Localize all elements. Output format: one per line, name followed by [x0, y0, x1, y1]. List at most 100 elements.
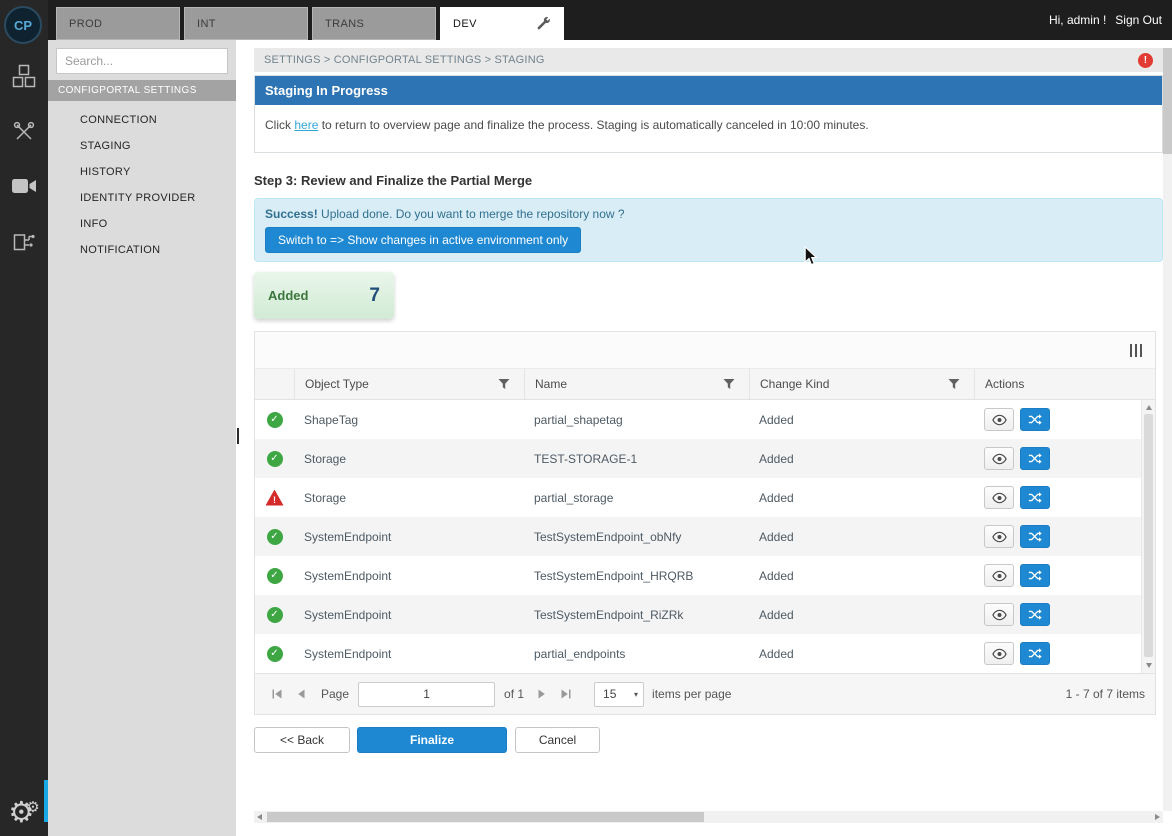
scroll-up-icon[interactable]: [1146, 405, 1152, 410]
cell-object-type: ShapeTag: [294, 413, 524, 427]
view-details-button[interactable]: [984, 603, 1014, 626]
view-details-button[interactable]: [984, 564, 1014, 587]
header-actions-label: Actions: [985, 377, 1024, 391]
staging-panel: Staging In Progress Click here to return…: [254, 75, 1163, 153]
text-caret: [237, 428, 239, 444]
pager-last-button[interactable]: [554, 682, 578, 706]
table-row: ShapeTag partial_shapetag Added: [255, 400, 1155, 439]
row-status-icon: [267, 529, 283, 545]
view-details-button[interactable]: [984, 486, 1014, 509]
sidebar-item-identity-provider[interactable]: IDENTITY PROVIDER: [48, 185, 236, 211]
gear-small-icon: ⚙: [26, 799, 39, 816]
table-row: Storage TEST-STORAGE-1 Added: [255, 439, 1155, 478]
modules-icon[interactable]: [12, 64, 36, 88]
vertical-scroll-thumb[interactable]: [1163, 48, 1172, 154]
shuffle-icon: [1028, 491, 1042, 504]
grid-body: ShapeTag partial_shapetag Added Storage …: [255, 400, 1155, 673]
tab-int[interactable]: INT: [184, 7, 308, 40]
wrench-icon: [536, 16, 551, 31]
chevron-down-icon: ▾: [634, 690, 638, 699]
view-details-button[interactable]: [984, 525, 1014, 548]
cancel-button[interactable]: Cancel: [515, 727, 600, 753]
merge-button[interactable]: [1020, 486, 1050, 509]
shuffle-icon: [1028, 608, 1042, 621]
sidebar-item-history[interactable]: HISTORY: [48, 159, 236, 185]
grid-vertical-scrollbar: [1141, 400, 1155, 673]
grid-scroll-thumb[interactable]: [1144, 414, 1153, 657]
switch-environment-button[interactable]: Switch to => Show changes in active envi…: [265, 227, 581, 253]
cell-change-kind: Added: [749, 413, 974, 427]
cell-object-type: Storage: [294, 452, 524, 466]
pager-prev-button[interactable]: [289, 682, 313, 706]
card-value: 7: [369, 285, 380, 307]
overview-link[interactable]: here: [294, 118, 318, 132]
sidebar-item-connection[interactable]: CONNECTION: [48, 107, 236, 133]
merge-button[interactable]: [1020, 642, 1050, 665]
eye-icon: [992, 531, 1007, 543]
row-status-icon: [267, 646, 283, 662]
alert-text-line: Success! Upload done. Do you want to mer…: [265, 207, 1152, 221]
top-bar: PROD INT TRANS DEV Hi, admin ! Sign Out: [0, 0, 1172, 40]
table-row: SystemEndpoint TestSystemEndpoint_HRQRB …: [255, 556, 1155, 595]
user-greeting: Hi, admin !: [1049, 13, 1106, 27]
tools-icon[interactable]: [12, 120, 36, 144]
cell-object-type: Storage: [294, 491, 524, 505]
scroll-left-icon[interactable]: [257, 814, 262, 820]
page-number-input[interactable]: [358, 682, 495, 707]
row-status-icon: [267, 568, 283, 584]
sidebar-item-notification[interactable]: NOTIFICATION: [48, 237, 236, 263]
filter-icon[interactable]: [948, 378, 960, 390]
merge-button[interactable]: [1020, 447, 1050, 470]
view-details-button[interactable]: [984, 408, 1014, 431]
cell-actions: [974, 447, 1155, 470]
user-box: Hi, admin ! Sign Out: [1049, 13, 1162, 27]
message-prefix: Click: [265, 118, 294, 132]
pager-first-button[interactable]: [265, 682, 289, 706]
eye-icon: [992, 648, 1007, 660]
search-input[interactable]: [56, 48, 228, 74]
pager-range-label: 1 - 7 of 7 items: [1066, 687, 1145, 701]
cell-object-type: SystemEndpoint: [294, 569, 524, 583]
merge-button[interactable]: [1020, 564, 1050, 587]
horizontal-scroll-thumb[interactable]: [267, 812, 704, 822]
cell-name: TestSystemEndpoint_HRQRB: [524, 569, 749, 583]
column-chooser-icon[interactable]: [1130, 344, 1143, 357]
menu-section-header[interactable]: CONFIGPORTAL SETTINGS: [48, 80, 236, 101]
cell-change-kind: Added: [749, 491, 974, 505]
footer-buttons: << Back Finalize Cancel: [254, 727, 1163, 753]
eye-icon: [992, 609, 1007, 621]
shuffle-icon: [1028, 647, 1042, 660]
scroll-down-icon[interactable]: [1146, 663, 1152, 668]
cell-change-kind: Added: [749, 647, 974, 661]
merge-button[interactable]: [1020, 408, 1050, 431]
settings-gear-icon[interactable]: ⚙⚙: [0, 798, 48, 828]
view-details-button[interactable]: [984, 642, 1014, 665]
cell-name: partial_endpoints: [524, 647, 749, 661]
staging-panel-title: Staging In Progress: [255, 76, 1162, 105]
items-per-page-label: items per page: [652, 687, 731, 701]
filter-icon[interactable]: [498, 378, 510, 390]
view-details-button[interactable]: [984, 447, 1014, 470]
merge-button[interactable]: [1020, 525, 1050, 548]
filter-icon[interactable]: [723, 378, 735, 390]
sidebar-item-staging[interactable]: STAGING: [48, 133, 236, 159]
merge-button[interactable]: [1020, 603, 1050, 626]
page-size-value: 15: [603, 687, 616, 701]
camera-icon[interactable]: [11, 176, 37, 196]
sidebar-item-info[interactable]: INFO: [48, 211, 236, 237]
tab-dev[interactable]: DEV: [440, 7, 564, 40]
scroll-right-icon[interactable]: [1155, 814, 1160, 820]
tab-trans[interactable]: TRANS: [312, 7, 436, 40]
cp-logo[interactable]: CP: [4, 6, 42, 44]
sign-out-link[interactable]: Sign Out: [1115, 13, 1162, 27]
finalize-button[interactable]: Finalize: [357, 727, 507, 753]
back-button[interactable]: << Back: [254, 727, 350, 753]
page-label: Page: [321, 687, 349, 701]
changes-grid: Object Type Name Change Kind Actions Sha…: [254, 331, 1156, 715]
tab-prod[interactable]: PROD: [56, 7, 180, 40]
error-notification-icon[interactable]: !: [1138, 53, 1153, 68]
added-summary-card: Added 7: [254, 272, 394, 319]
pager-next-button[interactable]: [530, 682, 554, 706]
page-size-select[interactable]: 15 ▾: [594, 682, 644, 707]
infrastructure-icon[interactable]: [12, 228, 36, 252]
